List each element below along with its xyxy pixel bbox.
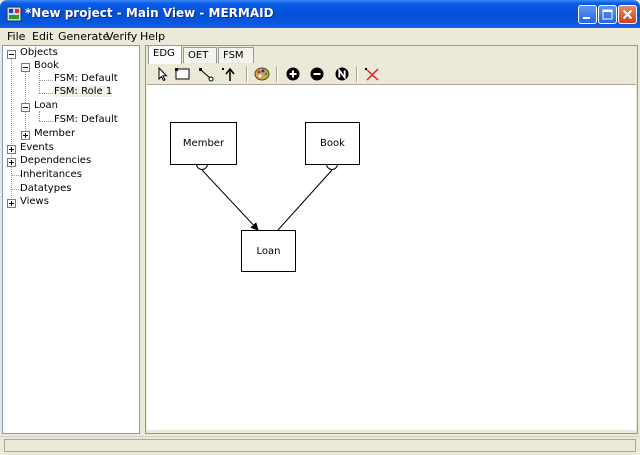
tree-line xyxy=(11,54,12,202)
status-bar xyxy=(0,436,640,455)
diagram-canvas[interactable]: Member Book Loan xyxy=(147,85,636,430)
tree-item-book-fsm-role1[interactable]: FSM: Role 1 xyxy=(54,86,113,97)
expand-icon[interactable] xyxy=(7,158,16,167)
tab-fsm[interactable]: FSM xyxy=(218,47,254,63)
collapse-icon[interactable] xyxy=(21,103,30,112)
diagram-toolbar xyxy=(147,64,636,85)
collapse-icon[interactable] xyxy=(21,63,30,72)
tree-line xyxy=(39,70,40,93)
editor-panel: EDG OET FSM Member Book Loan xyxy=(145,45,638,434)
arrow-up-icon[interactable] xyxy=(220,66,238,82)
maximize-button[interactable] xyxy=(598,5,617,24)
toolbar-separator xyxy=(276,66,278,82)
status-field xyxy=(4,439,636,452)
node-member[interactable]: Member xyxy=(170,122,237,165)
plus-circle-icon[interactable] xyxy=(284,66,302,82)
expand-icon[interactable] xyxy=(7,199,16,208)
toolbar-separator xyxy=(356,66,358,82)
close-icon xyxy=(622,9,633,20)
close-button[interactable] xyxy=(618,5,637,24)
menu-edit[interactable]: Edit xyxy=(32,30,53,43)
minimize-button[interactable] xyxy=(578,5,597,24)
edge-book-loan[interactable] xyxy=(277,169,333,231)
project-tree[interactable]: Objects Book FSM: Default FSM: Role 1 Lo… xyxy=(2,45,140,434)
app-icon xyxy=(6,6,22,22)
palette-icon[interactable] xyxy=(253,66,271,82)
connector-icon[interactable] xyxy=(197,66,215,82)
tree-item-loan-fsm-default[interactable]: FSM: Default xyxy=(54,114,118,125)
menu-bar: File Edit Generate Verify Help xyxy=(0,28,640,46)
edge-member-loan[interactable] xyxy=(201,169,259,231)
delete-x-icon[interactable] xyxy=(363,66,381,82)
node-loan[interactable]: Loan xyxy=(241,230,296,272)
tree-item-book-fsm-default[interactable]: FSM: Default xyxy=(54,73,118,84)
collapse-icon[interactable] xyxy=(7,50,16,59)
tree-line xyxy=(39,111,40,121)
menu-help[interactable]: Help xyxy=(140,30,165,43)
maximize-icon xyxy=(602,9,613,20)
tree-line xyxy=(39,80,53,81)
tree-line xyxy=(25,67,26,133)
rectangle-icon[interactable] xyxy=(174,66,192,82)
menu-verify[interactable]: Verify xyxy=(106,30,137,43)
window-title: *New project - Main View - MERMAID xyxy=(25,6,274,20)
toolbar-separator xyxy=(246,66,248,82)
menu-file[interactable]: File xyxy=(7,30,25,43)
expand-icon[interactable] xyxy=(7,145,16,154)
tab-edg[interactable]: EDG xyxy=(148,45,182,64)
pointer-icon[interactable] xyxy=(153,66,171,82)
tab-oet[interactable]: OET xyxy=(183,47,217,63)
menu-generate[interactable]: Generate xyxy=(58,30,109,43)
n-circle-icon[interactable] xyxy=(333,66,351,82)
expand-icon[interactable] xyxy=(21,131,30,140)
minimize-icon xyxy=(583,17,590,19)
minus-circle-icon[interactable] xyxy=(308,66,326,82)
node-book[interactable]: Book xyxy=(305,122,360,165)
tree-line xyxy=(39,121,53,122)
tree-line xyxy=(39,93,53,94)
title-bar[interactable]: *New project - Main View - MERMAID xyxy=(0,0,640,28)
